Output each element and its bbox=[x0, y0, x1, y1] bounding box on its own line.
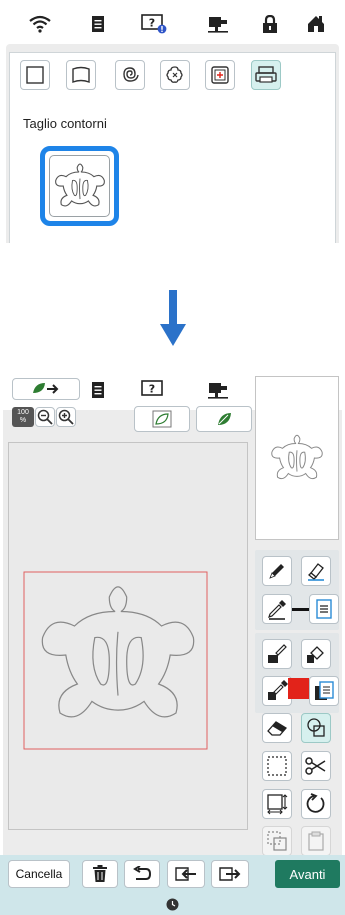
drawing-canvas[interactable] bbox=[8, 442, 248, 830]
transfer-button[interactable] bbox=[12, 378, 80, 400]
document-icon[interactable] bbox=[80, 370, 116, 410]
rotate-icon bbox=[305, 793, 327, 815]
fill-bucket-icon bbox=[305, 643, 327, 665]
clock-icon bbox=[166, 898, 179, 911]
eraser-tool-button[interactable] bbox=[262, 713, 292, 743]
fill-bucket-tool-button[interactable] bbox=[301, 639, 331, 669]
eraser-icon bbox=[266, 719, 288, 737]
scissors-tool-button[interactable] bbox=[301, 751, 331, 781]
brush-icon bbox=[266, 643, 288, 665]
flower-stamp-icon bbox=[164, 64, 186, 86]
rotate-tool-button[interactable] bbox=[301, 789, 331, 819]
undo-icon bbox=[132, 866, 152, 882]
help-icon[interactable]: ? bbox=[136, 370, 172, 410]
resize-tool-button[interactable] bbox=[262, 789, 292, 819]
fill-pattern-icon bbox=[313, 680, 335, 702]
trash-icon bbox=[92, 865, 108, 883]
zoom-in-button[interactable] bbox=[56, 407, 76, 427]
paste-tool-button[interactable] bbox=[301, 826, 331, 856]
zoom-out-button[interactable] bbox=[35, 407, 55, 427]
top-screen: ? Taglio contorni bbox=[0, 0, 345, 243]
line-eyedropper-icon bbox=[266, 598, 288, 620]
leaf-transfer-icon bbox=[31, 381, 61, 397]
frame-shape-tab[interactable] bbox=[66, 60, 96, 90]
import-icon bbox=[174, 866, 198, 882]
bottom-screen: ? 100 % Cancella Avanti bbox=[0, 370, 345, 915]
scanner-tab[interactable] bbox=[251, 60, 281, 90]
fill-color-swatch bbox=[288, 678, 309, 699]
spiral-icon bbox=[119, 64, 141, 86]
machine-icon[interactable] bbox=[200, 4, 236, 44]
leaf-image-icon bbox=[214, 410, 234, 428]
paste-icon bbox=[307, 830, 325, 852]
fill-pattern-tool-button[interactable] bbox=[309, 676, 339, 706]
turtle-outline-drawing bbox=[23, 571, 208, 750]
select-tool-button[interactable] bbox=[262, 751, 292, 781]
export-button[interactable] bbox=[211, 860, 249, 888]
export-icon bbox=[218, 866, 242, 882]
undo-button[interactable] bbox=[124, 860, 160, 888]
brush-tool-button[interactable] bbox=[262, 639, 292, 669]
delete-button[interactable] bbox=[82, 860, 118, 888]
turtle-preview-icon bbox=[271, 434, 323, 480]
import-button[interactable] bbox=[167, 860, 205, 888]
line-eyedropper-tool-button[interactable] bbox=[262, 594, 292, 624]
embroidery-frame-tab[interactable] bbox=[205, 60, 235, 90]
square-shape-tab[interactable] bbox=[20, 60, 50, 90]
line-eraser-tool-button[interactable] bbox=[301, 556, 331, 586]
document-icon[interactable] bbox=[80, 4, 116, 44]
scanner-icon bbox=[254, 65, 278, 85]
pencil-tool-button[interactable] bbox=[262, 556, 292, 586]
spiral-tab[interactable] bbox=[115, 60, 145, 90]
shape-tool-button[interactable] bbox=[301, 713, 331, 743]
top-status-bar: ? bbox=[0, 4, 345, 44]
resize-icon bbox=[266, 793, 288, 815]
turtle-pattern-thumbnail[interactable] bbox=[40, 146, 119, 226]
cutting-frame bbox=[23, 571, 208, 750]
zoom-in-icon bbox=[58, 409, 74, 425]
fill-eyedropper-icon bbox=[266, 680, 288, 702]
svg-text:?: ? bbox=[149, 383, 155, 396]
embroidery-frame-icon bbox=[209, 64, 231, 86]
zoom-level-indicator: 100 % bbox=[12, 407, 34, 427]
section-label: Taglio contorni bbox=[23, 116, 107, 131]
lock-icon[interactable] bbox=[252, 4, 288, 44]
turtle-outline-icon bbox=[54, 163, 105, 207]
select-icon bbox=[266, 755, 288, 777]
frame-shape-icon bbox=[71, 65, 91, 85]
machine-icon[interactable] bbox=[200, 370, 236, 410]
show-image-button[interactable] bbox=[196, 406, 252, 432]
leaf-outline-icon bbox=[152, 410, 172, 428]
line-eraser-icon bbox=[305, 560, 327, 582]
pattern-preview bbox=[255, 376, 339, 540]
home-icon[interactable] bbox=[298, 4, 334, 44]
show-outline-button[interactable] bbox=[134, 406, 190, 432]
square-shape-icon bbox=[25, 65, 45, 85]
wifi-icon[interactable] bbox=[22, 4, 58, 44]
line-color-swatch bbox=[292, 608, 309, 611]
cancel-button[interactable]: Cancella bbox=[8, 860, 70, 888]
shape-icon bbox=[305, 717, 327, 739]
duplicate-tool-button[interactable] bbox=[262, 826, 292, 856]
down-arrow-icon bbox=[160, 290, 186, 346]
next-button[interactable]: Avanti bbox=[275, 860, 340, 888]
help-icon[interactable]: ? bbox=[136, 4, 172, 44]
line-type-icon bbox=[315, 598, 333, 620]
pencil-icon bbox=[267, 561, 287, 581]
duplicate-icon bbox=[266, 830, 288, 852]
line-type-tool-button[interactable] bbox=[309, 594, 339, 624]
svg-text:?: ? bbox=[149, 17, 155, 30]
scissors-icon bbox=[305, 756, 327, 776]
zoom-out-icon bbox=[37, 409, 53, 425]
flower-stamp-tab[interactable] bbox=[160, 60, 190, 90]
